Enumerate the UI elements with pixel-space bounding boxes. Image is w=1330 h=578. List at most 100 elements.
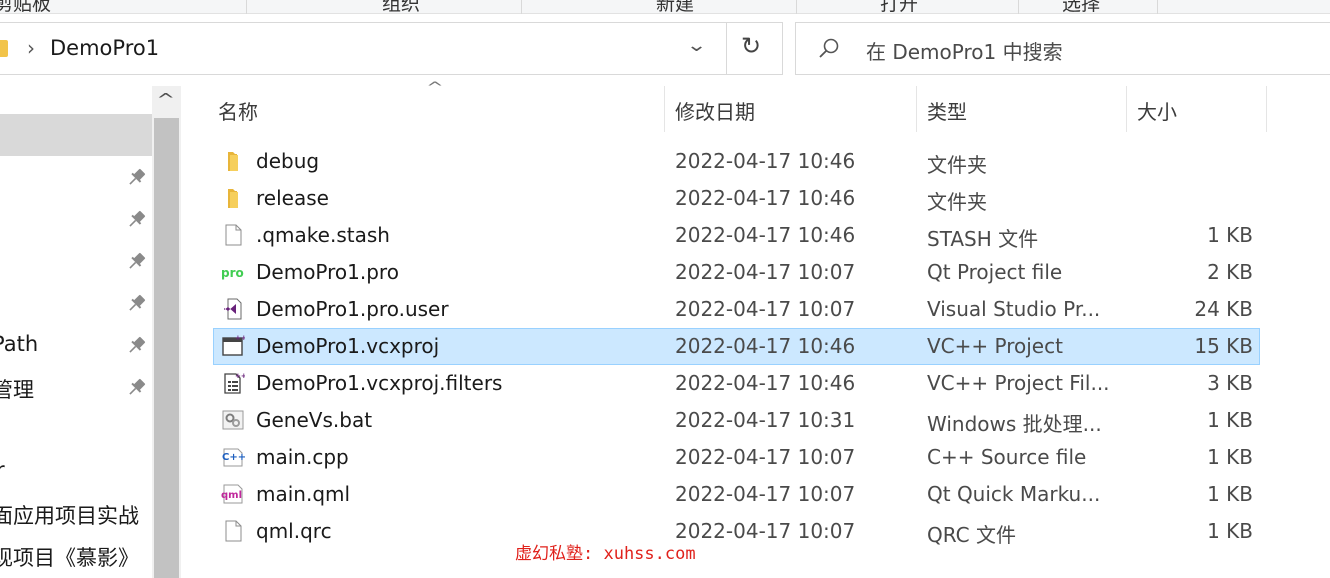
ribbon-group-new[interactable]: 新建 bbox=[656, 0, 694, 16]
refresh-icon[interactable]: ↻ bbox=[741, 32, 761, 60]
ribbon-group-organize[interactable]: 组织 bbox=[382, 0, 420, 16]
file-size: 1 KB bbox=[1207, 519, 1253, 543]
file-type: 文件夹 bbox=[927, 190, 987, 214]
file-name: DemoPro1.vcxproj bbox=[256, 334, 440, 358]
nav-item-r[interactable]: r bbox=[0, 458, 5, 482]
pin-icon[interactable] bbox=[126, 166, 148, 188]
ribbon-separator bbox=[1018, 0, 1019, 14]
file-type: Qt Project file bbox=[927, 260, 1063, 284]
file-date: 2022-04-17 10:07 bbox=[675, 445, 856, 469]
file-type: Visual Studio Pr... bbox=[927, 297, 1101, 321]
cpp-file-icon: C++ bbox=[222, 448, 245, 467]
svg-text:++: ++ bbox=[235, 372, 245, 380]
ribbon-group-select[interactable]: 选择 bbox=[1062, 0, 1100, 16]
file-name: DemoPro1.vcxproj.filters bbox=[256, 371, 503, 395]
file-date: 2022-04-17 10:46 bbox=[675, 149, 856, 173]
file-date: 2022-04-17 10:46 bbox=[675, 186, 856, 210]
ribbon-group-clipboard[interactable]: 剪贴板 bbox=[0, 0, 51, 16]
nav-item-manage[interactable]: 管理 bbox=[0, 374, 34, 404]
file-date: 2022-04-17 10:46 bbox=[675, 334, 856, 358]
file-row[interactable]: qml.qrc 2022-04-17 10:07 QRC 文件 1 KB bbox=[213, 513, 1260, 550]
file-row[interactable]: C++ main.cpp 2022-04-17 10:07 C++ Source… bbox=[213, 439, 1260, 476]
file-type: Qt Quick Marku... bbox=[927, 482, 1101, 506]
file-type: 文件夹 bbox=[927, 153, 987, 177]
column-header-type[interactable]: 类型 bbox=[917, 86, 1127, 132]
pin-icon[interactable] bbox=[126, 250, 148, 272]
pin-icon[interactable] bbox=[126, 292, 148, 314]
file-size: 1 KB bbox=[1207, 223, 1253, 247]
pin-icon[interactable] bbox=[126, 376, 148, 398]
qt-pro-icon: pro bbox=[221, 266, 244, 280]
breadcrumb-current-folder[interactable]: DemoPro1 bbox=[50, 36, 159, 60]
batch-file-icon bbox=[222, 410, 244, 430]
address-bar[interactable]: › DemoPro1 ⌄ ↻ bbox=[0, 22, 783, 75]
ribbon-separator bbox=[521, 0, 522, 14]
ribbon-group-open[interactable]: 打开 bbox=[880, 0, 918, 16]
file-icon bbox=[225, 520, 242, 542]
qml-file-icon: qml bbox=[221, 484, 243, 504]
column-header-type-label: 类型 bbox=[927, 100, 967, 124]
file-name: DemoPro1.pro.user bbox=[256, 297, 449, 321]
file-size: 2 KB bbox=[1207, 260, 1253, 284]
file-row[interactable]: .qmake.stash 2022-04-17 10:46 STASH 文件 1… bbox=[213, 217, 1260, 254]
vcxproj-icon: ++ bbox=[222, 334, 245, 356]
svg-text:C++: C++ bbox=[222, 452, 245, 463]
file-size: 1 KB bbox=[1207, 482, 1253, 506]
file-date: 2022-04-17 10:07 bbox=[675, 482, 856, 506]
svg-text:qml: qml bbox=[221, 490, 242, 501]
file-explorer-window: 剪贴板 组织 新建 打开 选择 › DemoPro1 ⌄ ↻ 在 DemoPro… bbox=[0, 0, 1330, 578]
scroll-up-icon[interactable]: ^ bbox=[156, 90, 175, 109]
file-type: STASH 文件 bbox=[927, 227, 1039, 251]
column-header-size[interactable]: 大小 bbox=[1127, 86, 1267, 132]
breadcrumb-chevron-icon[interactable]: › bbox=[27, 36, 35, 60]
nav-selected-item[interactable] bbox=[0, 114, 152, 156]
file-type: Windows 批处理... bbox=[927, 412, 1102, 436]
ribbon-separator bbox=[1157, 0, 1158, 14]
file-row[interactable]: ++ DemoPro1.vcxproj.filters 2022-04-17 1… bbox=[213, 365, 1260, 402]
column-header-modified-label: 修改日期 bbox=[675, 100, 755, 124]
nav-scrollbar[interactable]: ^ bbox=[152, 86, 181, 578]
column-header-size-label: 大小 bbox=[1137, 100, 1177, 124]
file-size: 15 KB bbox=[1194, 334, 1253, 358]
file-row-selected[interactable]: ++ DemoPro1.vcxproj 2022-04-17 10:46 VC+… bbox=[213, 328, 1260, 365]
file-row[interactable]: GeneVs.bat 2022-04-17 10:31 Windows 批处理.… bbox=[213, 402, 1260, 439]
file-name: main.cpp bbox=[256, 445, 349, 469]
file-row[interactable]: release 2022-04-17 10:46 文件夹 bbox=[213, 180, 1260, 217]
file-size: 1 KB bbox=[1207, 445, 1253, 469]
column-header-modified[interactable]: 修改日期 bbox=[665, 86, 917, 132]
column-divider[interactable] bbox=[1266, 86, 1267, 132]
file-row[interactable]: pro DemoPro1.pro 2022-04-17 10:07 Qt Pro… bbox=[213, 254, 1260, 291]
pin-icon[interactable] bbox=[126, 208, 148, 230]
file-date: 2022-04-17 10:07 bbox=[675, 519, 856, 543]
scrollbar-thumb[interactable] bbox=[154, 118, 179, 578]
search-box[interactable]: 在 DemoPro1 中搜索 bbox=[795, 22, 1330, 75]
pin-icon[interactable] bbox=[126, 334, 148, 356]
chevron-down-icon[interactable]: ⌄ bbox=[686, 35, 707, 56]
column-header-name[interactable]: 名称 bbox=[208, 86, 665, 132]
watermark-text: 虚幻私塾: xuhss.com bbox=[515, 544, 696, 564]
file-size: 3 KB bbox=[1207, 371, 1253, 395]
file-row[interactable]: debug 2022-04-17 10:46 文件夹 bbox=[213, 143, 1260, 180]
file-type: C++ Source file bbox=[927, 445, 1087, 469]
file-row[interactable]: DemoPro1.pro.user 2022-04-17 10:07 Visua… bbox=[213, 291, 1260, 328]
file-row[interactable]: qml main.qml 2022-04-17 10:07 Qt Quick M… bbox=[213, 476, 1260, 513]
file-name: release bbox=[256, 186, 329, 210]
file-size: 1 KB bbox=[1207, 408, 1253, 432]
file-date: 2022-04-17 10:31 bbox=[675, 408, 856, 432]
column-header-name-label: 名称 bbox=[218, 100, 258, 124]
folder-icon bbox=[228, 152, 238, 171]
file-type: VC++ Project Fil... bbox=[927, 371, 1110, 395]
file-date: 2022-04-17 10:07 bbox=[675, 297, 856, 321]
file-name: main.qml bbox=[256, 482, 351, 506]
nav-item-path[interactable]: Path bbox=[0, 332, 38, 356]
vcxproj-filters-icon: ++ bbox=[224, 372, 245, 394]
nav-item-muying-project[interactable]: 现项目《慕影》 bbox=[0, 542, 139, 572]
nav-item-desktop-app-project[interactable]: 面应用项目实战 bbox=[0, 500, 139, 530]
navigation-pane: Path 管理 r 面应用项目实战 现项目《慕影》 bbox=[0, 86, 152, 578]
svg-text:++: ++ bbox=[235, 334, 245, 342]
file-type: VC++ Project bbox=[927, 334, 1063, 358]
file-name: debug bbox=[256, 149, 320, 173]
svg-text:pro: pro bbox=[221, 266, 244, 280]
file-size: 24 KB bbox=[1194, 297, 1253, 321]
file-date: 2022-04-17 10:07 bbox=[675, 260, 856, 284]
